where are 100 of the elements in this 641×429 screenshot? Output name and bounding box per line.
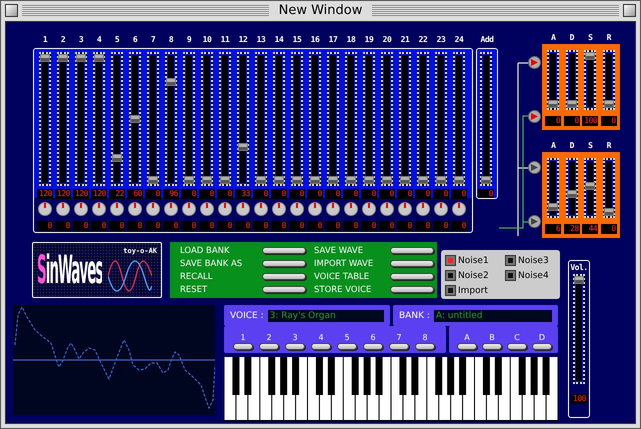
knob[interactable] <box>128 202 142 216</box>
slider[interactable] <box>165 52 177 186</box>
action-button[interactable] <box>390 273 434 280</box>
knob[interactable] <box>380 202 394 216</box>
action-button[interactable] <box>390 247 434 254</box>
slider[interactable] <box>547 50 560 110</box>
knob[interactable] <box>38 202 52 216</box>
knob[interactable] <box>290 202 304 216</box>
close-box[interactable] <box>5 4 18 17</box>
piano-keyboard[interactable] <box>224 357 558 421</box>
knob[interactable] <box>416 202 430 216</box>
knob[interactable] <box>254 202 268 216</box>
slider-thumb[interactable] <box>548 203 558 212</box>
knob[interactable] <box>164 202 178 216</box>
slider[interactable] <box>183 52 195 186</box>
action-button[interactable] <box>390 286 434 293</box>
slider[interactable] <box>291 52 303 186</box>
noise-checkbox[interactable] <box>446 271 455 280</box>
slider[interactable] <box>75 52 87 186</box>
voice-slot-button[interactable] <box>363 343 383 350</box>
voice-slot-button[interactable] <box>233 343 253 350</box>
noise-checkbox[interactable] <box>506 271 515 280</box>
voice-slot-button[interactable] <box>415 343 435 350</box>
slider[interactable] <box>147 52 159 186</box>
slider[interactable] <box>573 274 585 384</box>
route-button[interactable] <box>528 110 541 123</box>
slider-thumb[interactable] <box>274 176 284 184</box>
slider[interactable] <box>345 52 357 186</box>
knob[interactable] <box>146 202 160 216</box>
noise-checkbox[interactable] <box>446 286 455 295</box>
knob[interactable] <box>398 202 412 216</box>
zoom-box[interactable] <box>623 4 636 17</box>
knob[interactable] <box>434 202 448 216</box>
slider[interactable] <box>327 52 339 186</box>
knob[interactable] <box>200 202 214 216</box>
knob[interactable] <box>92 202 106 216</box>
bank-slot-button[interactable] <box>482 343 502 350</box>
slider[interactable] <box>129 52 141 186</box>
knob[interactable] <box>56 202 70 216</box>
slider[interactable] <box>584 158 596 218</box>
bank-slot-button[interactable] <box>532 343 552 350</box>
slider-thumb[interactable] <box>382 176 392 184</box>
noise-checkbox[interactable] <box>506 256 515 265</box>
slider[interactable] <box>566 50 578 110</box>
action-button[interactable] <box>262 260 306 267</box>
knob[interactable] <box>236 202 250 216</box>
slider[interactable] <box>39 52 51 186</box>
voice-slot-button[interactable] <box>285 343 305 350</box>
slider-thumb[interactable] <box>328 176 338 184</box>
slider-thumb[interactable] <box>436 176 446 184</box>
slider-thumb[interactable] <box>76 54 86 62</box>
slider[interactable] <box>566 158 578 218</box>
knob[interactable] <box>110 202 124 216</box>
slider[interactable] <box>399 52 411 186</box>
bank-field[interactable]: A: untitled <box>434 310 552 322</box>
knob[interactable] <box>218 202 232 216</box>
slider[interactable] <box>547 158 560 218</box>
slider[interactable] <box>453 52 465 186</box>
slider[interactable] <box>417 52 429 186</box>
slider-thumb[interactable] <box>130 115 140 123</box>
slider-thumb[interactable] <box>184 176 194 184</box>
slider-thumb[interactable] <box>418 176 428 184</box>
route-button[interactable] <box>528 215 541 228</box>
voice-slot-button[interactable] <box>311 343 331 350</box>
knob[interactable] <box>452 202 466 216</box>
slider[interactable] <box>93 52 105 186</box>
slider[interactable] <box>602 50 615 110</box>
knob[interactable] <box>344 202 358 216</box>
voice-field[interactable]: 3: Ray's Organ <box>268 310 384 322</box>
slider-thumb[interactable] <box>256 176 266 184</box>
slider-thumb[interactable] <box>166 78 176 86</box>
action-button[interactable] <box>262 273 306 280</box>
slider[interactable] <box>435 52 447 186</box>
slider[interactable] <box>57 52 69 186</box>
slider-thumb[interactable] <box>346 176 356 184</box>
slider-thumb[interactable] <box>548 100 558 108</box>
voice-slot-button[interactable] <box>389 343 409 350</box>
voice-slot-button[interactable] <box>259 343 279 350</box>
slider-thumb[interactable] <box>364 176 374 184</box>
slider-thumb[interactable] <box>585 52 596 60</box>
route-button[interactable] <box>528 161 541 174</box>
knob[interactable] <box>272 202 286 216</box>
slider-thumb[interactable] <box>292 176 302 184</box>
knob[interactable] <box>326 202 340 216</box>
slider[interactable] <box>584 50 596 110</box>
route-button[interactable] <box>528 56 541 69</box>
slider-thumb[interactable] <box>604 100 614 108</box>
slider-thumb[interactable] <box>574 276 584 284</box>
voice-slot-button[interactable] <box>337 343 357 350</box>
slider-thumb[interactable] <box>310 176 320 184</box>
slider-thumb[interactable] <box>481 176 491 184</box>
slider-thumb[interactable] <box>238 143 248 152</box>
slider[interactable] <box>363 52 375 186</box>
bank-slot-button[interactable] <box>457 343 477 350</box>
slider-thumb[interactable] <box>94 54 104 62</box>
slider-thumb[interactable] <box>220 176 230 184</box>
slider[interactable] <box>273 52 285 186</box>
slider-thumb[interactable] <box>454 176 464 184</box>
action-button[interactable] <box>390 260 434 267</box>
slider-thumb[interactable] <box>604 208 614 216</box>
